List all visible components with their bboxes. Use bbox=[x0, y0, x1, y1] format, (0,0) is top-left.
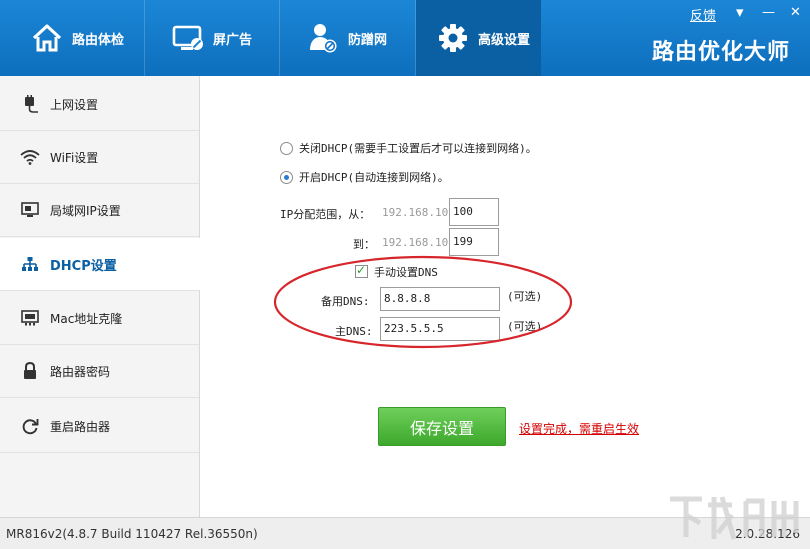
app-brand-title: 路由优化大师 bbox=[651, 40, 790, 65]
lock-icon bbox=[20, 361, 40, 381]
sidebar-item-label: 局域网IP设置 bbox=[50, 203, 121, 218]
dhcp-off-label: 关闭DHCP(需要手工设置后才可以连接到网络)。 bbox=[299, 142, 537, 155]
sidebar: 上网设置 WiFi设置 局域网IP设置 DHCP设置 Mac地址克隆 路由器密码 bbox=[0, 76, 200, 517]
sidebar-item-label: 路由器密码 bbox=[50, 364, 111, 379]
tab-block-ads[interactable]: 屏广告 bbox=[145, 0, 280, 76]
dhcp-on-option[interactable]: 开启DHCP(自动连接到网络)。 bbox=[280, 169, 449, 185]
tab-anti-leech[interactable]: 防蹭网 bbox=[280, 0, 416, 76]
home-icon bbox=[30, 21, 64, 55]
sidebar-item-label: Mac地址克隆 bbox=[50, 311, 123, 326]
network-tree-icon bbox=[20, 254, 40, 274]
mac-card-icon bbox=[20, 308, 40, 328]
watermark-logo bbox=[670, 496, 799, 540]
plug-icon bbox=[20, 94, 40, 114]
tab-label: 高级设置 bbox=[478, 32, 531, 48]
ip-range-to-label: 到： bbox=[353, 238, 375, 251]
sidebar-item-reboot[interactable]: 重启路由器 bbox=[0, 400, 199, 453]
dhcp-off-option[interactable]: 关闭DHCP(需要手工设置后才可以连接到网络)。 bbox=[280, 140, 537, 156]
sidebar-item-router-password[interactable]: 路由器密码 bbox=[0, 345, 199, 398]
screen-icon bbox=[171, 21, 205, 55]
dhcp-on-label: 开启DHCP(自动连接到网络)。 bbox=[299, 171, 449, 184]
dropdown-menu-icon[interactable]: ▾ bbox=[736, 3, 744, 21]
annotation-ellipse bbox=[273, 255, 573, 349]
reboot-notice-link[interactable]: 设置完成，需重启生效 bbox=[519, 420, 639, 437]
close-button[interactable]: ✕ bbox=[790, 5, 801, 20]
sidebar-item-dhcp[interactable]: DHCP设置 bbox=[0, 238, 200, 291]
top-navigation-bar: 路由体检 屏广告 防蹭网 高级设置 反馈 ▾ — ✕ 路由优化大师 bbox=[0, 0, 810, 76]
minimize-button[interactable]: — bbox=[762, 5, 775, 20]
tab-label: 路由体检 bbox=[72, 32, 125, 48]
ip-range-start-input[interactable]: 100 bbox=[449, 198, 499, 226]
dhcp-on-radio[interactable] bbox=[280, 170, 293, 184]
gear-icon bbox=[436, 21, 470, 55]
sidebar-item-label: 上网设置 bbox=[50, 97, 99, 112]
tab-label: 防蹭网 bbox=[348, 32, 388, 48]
tab-advanced-settings[interactable]: 高级设置 bbox=[416, 0, 541, 76]
user-block-icon bbox=[306, 21, 340, 55]
ip-range-start-prefix: 192.168.10. bbox=[382, 206, 455, 219]
device-info: MR816v2(4.8.7 Build 110427 Rel.36550n) bbox=[6, 527, 258, 541]
sidebar-item-wifi[interactable]: WiFi设置 bbox=[0, 131, 199, 184]
sidebar-item-internet[interactable]: 上网设置 bbox=[0, 78, 199, 131]
lan-icon bbox=[20, 200, 40, 220]
ip-range-label: IP分配范围，从： bbox=[280, 208, 371, 221]
sidebar-item-mac-clone[interactable]: Mac地址克隆 bbox=[0, 292, 199, 345]
sidebar-item-lan-ip[interactable]: 局域网IP设置 bbox=[0, 184, 199, 237]
tab-label: 屏广告 bbox=[213, 32, 253, 48]
feedback-link[interactable]: 反馈 bbox=[690, 5, 716, 24]
sidebar-item-label: WiFi设置 bbox=[50, 150, 99, 165]
tab-router-checkup[interactable]: 路由体检 bbox=[0, 0, 145, 76]
save-settings-button[interactable]: 保存设置 bbox=[378, 407, 506, 446]
wifi-icon bbox=[20, 147, 40, 167]
dhcp-settings-panel: 关闭DHCP(需要手工设置后才可以连接到网络)。 开启DHCP(自动连接到网络)… bbox=[200, 76, 810, 517]
dhcp-off-radio[interactable] bbox=[280, 141, 293, 155]
sidebar-item-label: 重启路由器 bbox=[50, 419, 111, 434]
sidebar-item-label: DHCP设置 bbox=[50, 258, 117, 274]
refresh-icon bbox=[20, 416, 40, 436]
ip-range-end-prefix: 192.168.10. bbox=[382, 236, 455, 249]
